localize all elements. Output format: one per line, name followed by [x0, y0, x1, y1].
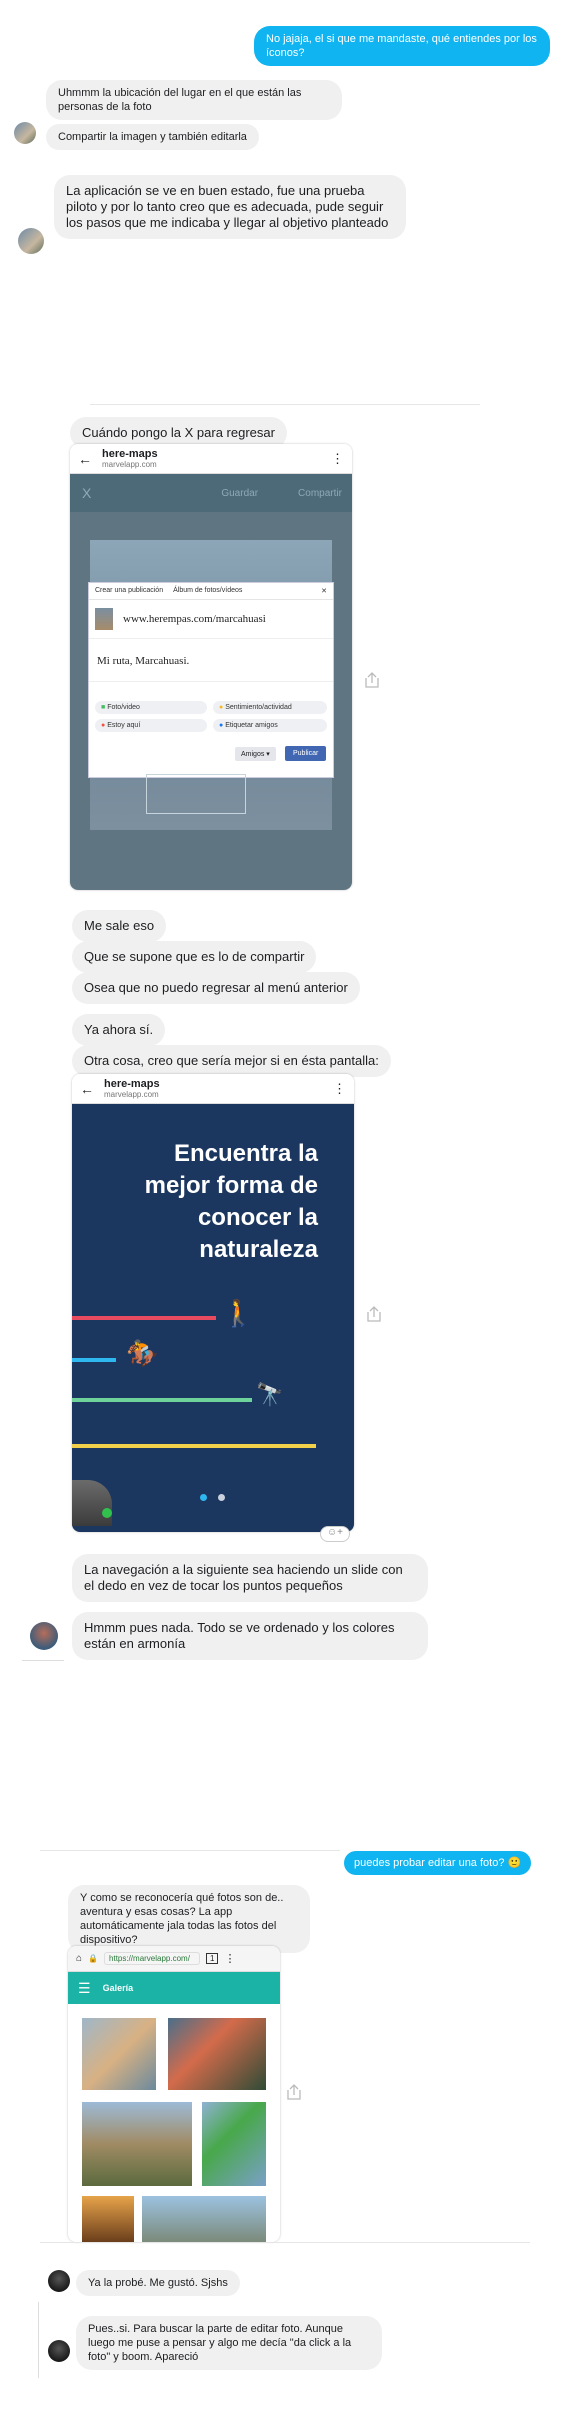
- onboarding-headline: Encuentra la mejor forma de conocer la n…: [144, 1140, 318, 1263]
- close-icon[interactable]: ✕: [321, 587, 327, 595]
- photo-tile[interactable]: [142, 2196, 266, 2242]
- post-text[interactable]: Mi ruta, Marcahuasi.: [97, 655, 189, 667]
- message-bubble: Y como se reconocería qué fotos son de..…: [68, 1885, 310, 1953]
- pagination-dot-active[interactable]: [200, 1494, 207, 1501]
- url-text: marvelapp.com: [104, 1090, 159, 1099]
- divider: [90, 404, 480, 405]
- back-arrow-icon[interactable]: ←: [80, 1081, 94, 1097]
- avatar: [30, 1622, 58, 1650]
- browser-bar: ⌂ 🔒 https://marvelapp.com/ 1 ⋮: [68, 1946, 280, 1972]
- feeling-option[interactable]: ● Sentimiento/actividad: [213, 701, 327, 714]
- avatar: [14, 122, 36, 144]
- message-bubble: Compartir la imagen y también editarla: [46, 124, 259, 150]
- thread-line: [38, 2302, 39, 2378]
- screenshot-phone-2: ← here-maps marvelapp.com ⋮ Encuentra la…: [72, 1074, 354, 1532]
- create-post-tab[interactable]: Crear una publicación: [95, 587, 163, 595]
- lock-icon: 🔒: [88, 1954, 99, 1963]
- home-icon[interactable]: ⌂: [76, 1953, 82, 1964]
- reaction-icon[interactable]: ☺+: [320, 1526, 350, 1542]
- photo-tile[interactable]: [82, 2102, 192, 2186]
- yellow-line: [72, 1444, 316, 1448]
- menu-dots-icon[interactable]: ⋮: [333, 1081, 346, 1097]
- url-field[interactable]: https://marvelapp.com/: [104, 1952, 201, 1965]
- emoji-icon: 🙂: [507, 1857, 522, 1869]
- screenshot-phone-1: ← here-maps marvelapp.com ⋮ X Guardar Co…: [70, 444, 352, 890]
- photo-tile[interactable]: [82, 2018, 156, 2090]
- share-icon[interactable]: [364, 1304, 384, 1324]
- my-message: puedes probar editar una foto? 🙂: [344, 1851, 532, 1875]
- browser-bar: ← here-maps marvelapp.com ⋮: [72, 1074, 354, 1104]
- divider: [40, 2242, 530, 2243]
- location-option[interactable]: ● Estoy aquí: [95, 719, 207, 732]
- share-icon[interactable]: [362, 670, 382, 690]
- blue-line: [72, 1358, 116, 1362]
- message-bubble: Hmmm pues nada. Todo se ve ordenado y lo…: [72, 1612, 428, 1660]
- message-bubble: La aplicación se ve en buen estado, fue …: [54, 175, 406, 239]
- message-bubble: Ya ahora sí.: [72, 1014, 166, 1046]
- my-message: No jajaja, el si que me mandaste, qué en…: [254, 26, 550, 66]
- hamburger-icon[interactable]: ☰: [78, 1980, 91, 1997]
- shared-link: www.herempas.com/marcahuasi: [123, 613, 266, 625]
- green-line: [72, 1398, 252, 1402]
- share-icon[interactable]: [284, 2082, 304, 2102]
- pagination-dot[interactable]: [218, 1494, 225, 1501]
- message-bubble: Ya la probé. Me gustó. Sjshs: [76, 2270, 240, 2296]
- red-line: [72, 1316, 216, 1320]
- avatar: [48, 2270, 70, 2292]
- photo-option[interactable]: ■ Foto/video: [95, 701, 207, 714]
- app-overlay: X Guardar Compartir Crear una publicació…: [70, 474, 352, 890]
- hiker-icon: 🚶: [222, 1298, 255, 1328]
- page-title: here-maps: [102, 448, 158, 460]
- gallery-header: ☰ Galería: [68, 1972, 280, 2004]
- back-arrow-icon[interactable]: ←: [78, 451, 92, 467]
- tag-friends-option[interactable]: ● Etiquetar amigos: [213, 719, 327, 732]
- facebook-share-dialog: Crear una publicación Álbum de fotos/víd…: [88, 582, 334, 778]
- message-bubble: Otra cosa, creo que sería mejor si en és…: [72, 1045, 391, 1077]
- photo-tile[interactable]: [168, 2018, 266, 2090]
- close-icon[interactable]: X: [82, 485, 91, 501]
- crop-box: [146, 774, 246, 814]
- publish-button[interactable]: Publicar: [285, 746, 327, 761]
- telescope-icon: 🔭: [256, 1382, 284, 1407]
- message-bubble: La navegación a la siguiente sea haciend…: [72, 1554, 428, 1602]
- user-thumbnail: [95, 608, 113, 630]
- save-button[interactable]: Guardar: [221, 488, 258, 499]
- photo-tile[interactable]: [82, 2196, 134, 2242]
- avatar: [18, 228, 44, 254]
- onboarding-screen: Encuentra la mejor forma de conocer la n…: [72, 1104, 354, 1532]
- share-button[interactable]: Compartir: [298, 488, 342, 499]
- browser-bar: ← here-maps marvelapp.com ⋮: [70, 444, 352, 474]
- tab-count[interactable]: 1: [206, 1953, 219, 1964]
- online-dot: [102, 1508, 112, 1518]
- thread-line: [22, 1660, 64, 1661]
- photo-tile[interactable]: [202, 2102, 266, 2186]
- message-bubble: Uhmmm la ubicación del lugar en el que e…: [46, 80, 342, 120]
- message-bubble: Pues..si. Para buscar la parte de editar…: [76, 2316, 382, 2370]
- album-tab[interactable]: Álbum de fotos/vídeos: [173, 587, 242, 595]
- message-bubble: Me sale eso: [72, 910, 167, 942]
- screenshot-phone-3: ⌂ 🔒 https://marvelapp.com/ 1 ⋮ ☰ Galería: [68, 1946, 280, 2242]
- page-title: here-maps: [104, 1078, 160, 1090]
- message-bubble: Que se supone que es lo de compartir: [72, 941, 317, 973]
- divider: [40, 1850, 340, 1851]
- profile-thumbnail: [72, 1480, 112, 1526]
- menu-dots-icon[interactable]: ⋮: [224, 1952, 235, 1965]
- horse-rider-icon: 🏇: [126, 1338, 159, 1368]
- url-text: marvelapp.com: [102, 460, 157, 469]
- avatar: [48, 2340, 70, 2362]
- message-bubble: Osea que no puedo regresar al menú anter…: [72, 972, 360, 1004]
- section-title: Galería: [102, 1983, 134, 1993]
- audience-select[interactable]: Amigos ▾: [235, 747, 276, 761]
- menu-dots-icon[interactable]: ⋮: [331, 451, 344, 467]
